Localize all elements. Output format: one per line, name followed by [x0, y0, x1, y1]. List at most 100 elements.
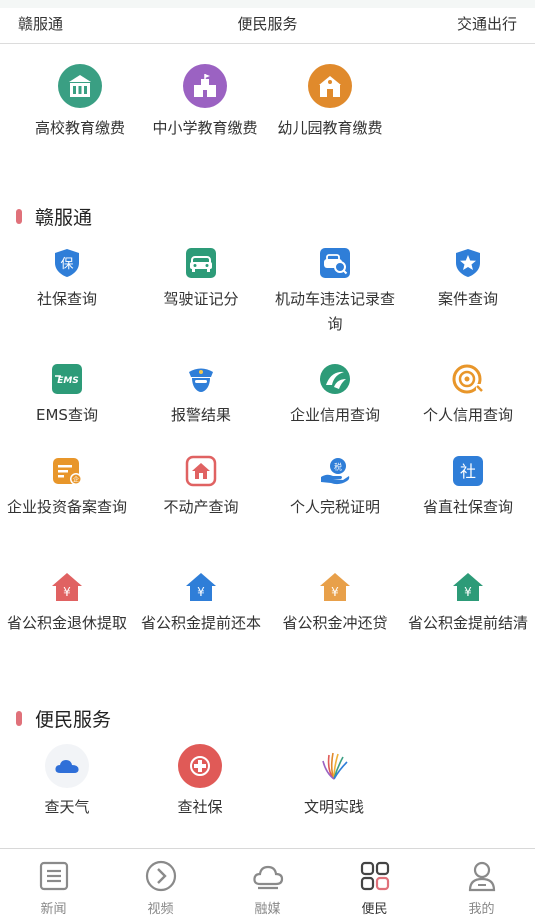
grid-item-label: 省公积金提前结清 — [407, 614, 528, 632]
section-ganfutong-title: 赣服通 — [16, 203, 92, 230]
weather-cloud-icon — [45, 744, 89, 788]
svg-text:¥: ¥ — [63, 585, 71, 599]
police-officer-icon — [184, 362, 218, 396]
grid-item-label: 省直社保查询 — [422, 498, 513, 516]
section-bianmin-title: 便民服务 — [16, 705, 111, 732]
grid-item-label: 报警结果 — [170, 406, 231, 424]
tab-video-label: 视频 — [147, 902, 174, 917]
section-accent-bar — [16, 209, 22, 224]
ems-icon: EMS — [50, 362, 84, 396]
car-icon — [184, 246, 218, 280]
grid-item-case-query[interactable]: 案件查询 — [401, 246, 535, 312]
svc-item-label: 文明实践 — [303, 798, 364, 816]
tab-media-label: 融媒 — [254, 902, 281, 917]
housing-fund-settle-icon: ¥ — [451, 570, 485, 604]
grid-item-police-result[interactable]: 报警结果 — [134, 362, 268, 428]
grid-item-label: 企业投资备案查询 — [6, 498, 127, 516]
section-bianmin-label: 便民服务 — [35, 709, 112, 731]
university-fee-item[interactable]: 高校教育缴费 — [13, 64, 147, 141]
tab-news-label: 新闻 — [40, 902, 67, 917]
kindergarten-fee-label: 幼儿园教育缴费 — [277, 119, 383, 137]
grid-item-vehicle-violation[interactable]: 机动车违法记录查询 — [268, 246, 402, 337]
news-icon — [37, 859, 71, 893]
grid-item-fund-offset[interactable]: ¥ 省公积金冲还贷 — [268, 570, 402, 636]
grid-item-label: 社保查询 — [36, 290, 97, 308]
grid-item-real-estate[interactable]: 不动产查询 — [134, 454, 268, 520]
enterprise-credit-icon — [318, 362, 352, 396]
cloud-icon — [251, 859, 285, 893]
tab-media[interactable]: 融媒 — [214, 849, 321, 920]
grid-item-label: 省公积金提前还本 — [140, 614, 261, 632]
kindergarten-fee-item[interactable]: 幼儿园教育缴费 — [263, 64, 397, 141]
enterprise-filing-icon: 企 — [50, 454, 84, 488]
grid-item-fund-retire[interactable]: ¥ 省公积金退休提取 — [0, 570, 134, 636]
top-nav-bianmin[interactable]: 便民服务 — [0, 13, 535, 34]
grid-item-label: 个人信用查询 — [422, 406, 513, 424]
grid-item-label: 省公积金冲还贷 — [282, 614, 388, 632]
car-search-icon — [318, 246, 352, 280]
police-badge-icon — [451, 246, 485, 280]
housing-fund-offset-icon: ¥ — [318, 570, 352, 604]
svg-text:¥: ¥ — [331, 585, 339, 599]
provincial-social-security-icon: 社 — [451, 454, 485, 488]
grid-item-enterprise-filing[interactable]: 企 企业投资备案查询 — [0, 454, 134, 520]
bottom-tab-bar: 新闻 视频 融媒 便民 我的 — [0, 848, 535, 920]
grid-item-label: 个人完税证明 — [289, 498, 380, 516]
university-icon — [58, 64, 102, 108]
status-bar — [0, 0, 535, 8]
svg-text:税: 税 — [334, 462, 342, 472]
grid-item-personal-credit[interactable]: 个人信用查询 — [401, 362, 535, 428]
grid-item-fund-settle[interactable]: ¥ 省公积金提前结清 — [401, 570, 535, 636]
school-fee-label: 中小学教育缴费 — [152, 119, 258, 137]
university-fee-label: 高校教育缴费 — [34, 119, 125, 137]
tab-video[interactable]: 视频 — [107, 849, 214, 920]
svc-item-civilization[interactable]: 文明实践 — [267, 744, 401, 818]
top-nav-traffic[interactable]: 交通出行 — [457, 13, 517, 34]
grid-item-ems[interactable]: EMS EMS查询 — [0, 362, 134, 428]
video-icon — [144, 859, 178, 893]
grid-item-provincial-social-security[interactable]: 社 省直社保查询 — [401, 454, 535, 520]
grid-item-tax-certificate[interactable]: 税 个人完税证明 — [268, 454, 402, 520]
grid-item-label: 省公积金退休提取 — [6, 614, 127, 632]
housing-fund-repay-icon: ¥ — [184, 570, 218, 604]
grid-item-driver-license[interactable]: 驾驶证记分 — [134, 246, 268, 312]
school-fee-item[interactable]: 中小学教育缴费 — [138, 64, 272, 141]
housing-fund-retire-icon: ¥ — [50, 570, 84, 604]
education-row: 高校教育缴费 中小学教育缴费 幼儿园教育缴费 — [0, 64, 535, 174]
tab-news[interactable]: 新闻 — [0, 849, 107, 920]
svg-text:企: 企 — [73, 476, 79, 484]
svg-text:社: 社 — [460, 462, 476, 481]
svc-item-label: 查社保 — [177, 798, 223, 816]
user-icon — [465, 859, 499, 893]
grid-item-label: 企业信用查询 — [289, 406, 380, 424]
svc-item-label: 查天气 — [44, 798, 90, 816]
svg-text:¥: ¥ — [464, 585, 472, 599]
svc-item-weather[interactable]: 查天气 — [0, 744, 134, 818]
school-icon — [183, 64, 227, 108]
svg-text:¥: ¥ — [197, 585, 205, 599]
grid-item-enterprise-credit[interactable]: 企业信用查询 — [268, 362, 402, 428]
top-nav: 赣服通 便民服务 交通出行 — [0, 8, 535, 44]
section-ganfutong-label: 赣服通 — [35, 207, 93, 229]
tab-bianmin[interactable]: 便民 — [321, 849, 428, 920]
grid-item-label: 案件查询 — [437, 290, 498, 308]
tab-mine-label: 我的 — [468, 902, 495, 917]
grid-item-fund-early-repay[interactable]: ¥ 省公积金提前还本 — [134, 570, 268, 636]
grid-item-label: EMS查询 — [36, 406, 98, 424]
kindergarten-icon — [308, 64, 352, 108]
grid-item-label: 不动产查询 — [163, 498, 239, 516]
social-insurance-icon — [178, 744, 222, 788]
section-accent-bar — [16, 711, 22, 726]
tax-icon: 税 — [318, 454, 352, 488]
svc-item-social-insurance[interactable]: 查社保 — [133, 744, 267, 818]
grid-item-social-security[interactable]: 保 社保查询 — [0, 246, 134, 312]
svg-text:EMS: EMS — [57, 376, 79, 386]
real-estate-icon — [184, 454, 218, 488]
social-security-shield-icon: 保 — [50, 246, 84, 280]
civilization-practice-icon — [312, 744, 356, 788]
grid-item-label: 机动车违法记录查询 — [274, 290, 395, 333]
svg-text:保: 保 — [60, 257, 73, 272]
tab-mine[interactable]: 我的 — [428, 849, 535, 920]
tab-bianmin-label: 便民 — [361, 902, 388, 917]
grid-icon — [358, 859, 392, 893]
